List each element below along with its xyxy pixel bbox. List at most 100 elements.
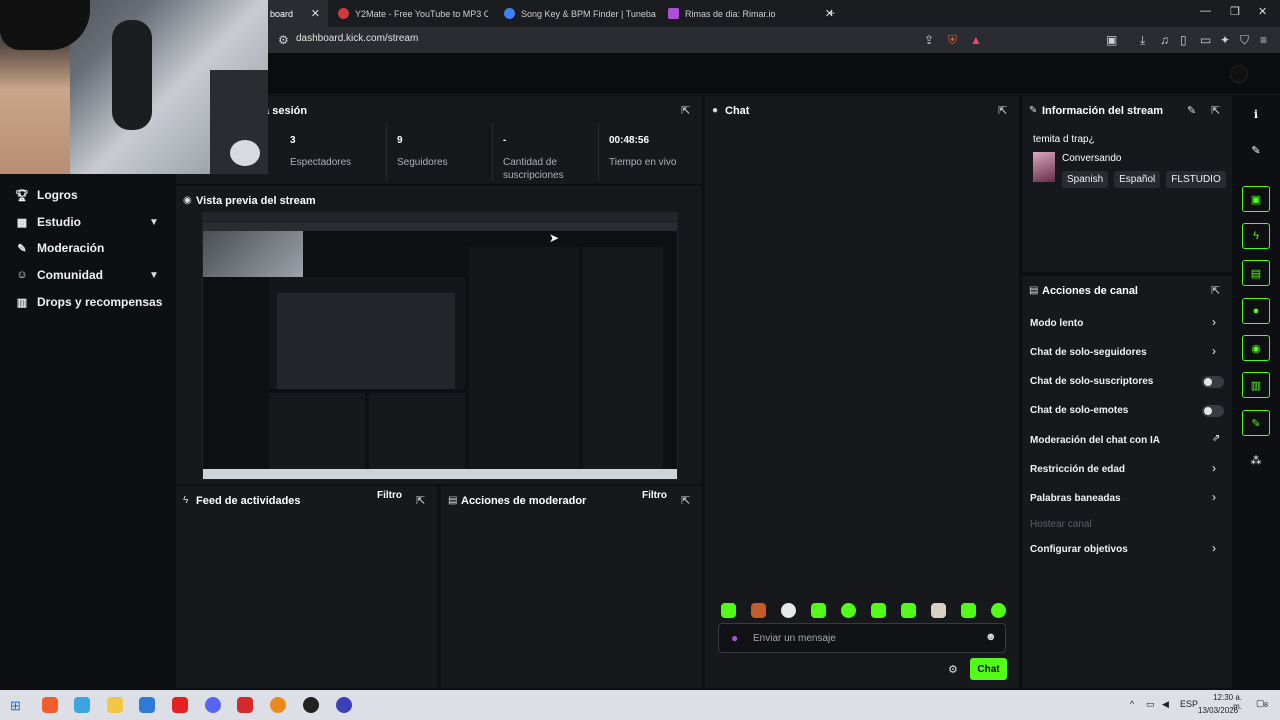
sidebar-item-logros[interactable]: 🏆︎ Logros xyxy=(15,188,78,202)
emote-icon[interactable] xyxy=(991,603,1006,618)
clock-date[interactable]: 13/03/2026 xyxy=(1198,706,1238,715)
emote-icon[interactable] xyxy=(841,603,856,618)
minimize-icon[interactable]: — xyxy=(1200,5,1211,17)
share-icon[interactable]: ⇪ xyxy=(924,33,934,47)
action-followers-only[interactable]: Chat de solo-seguidores xyxy=(1030,347,1147,358)
sidebar-item-comunidad[interactable]: ☺ Comunidad ▼ xyxy=(15,268,159,282)
sidebar-panel-icon[interactable]: ▣ xyxy=(1106,33,1117,47)
moderation-icon[interactable]: ▥ xyxy=(1242,372,1270,398)
leo-ai-icon[interactable]: ✦ xyxy=(1220,33,1230,47)
volume-icon[interactable]: ◀ xyxy=(1162,699,1169,710)
bolt-icon[interactable]: ϟ xyxy=(1242,223,1270,249)
chevron-up-icon[interactable]: ^ xyxy=(1130,699,1134,709)
chevron-right-icon[interactable]: › xyxy=(1212,461,1216,475)
fl-studio-icon[interactable] xyxy=(270,697,286,713)
tab-dashboard[interactable]: board ✕ xyxy=(262,0,328,27)
chevron-right-icon[interactable]: › xyxy=(1212,541,1216,555)
chevron-right-icon[interactable]: › xyxy=(1212,315,1216,329)
network-icon[interactable]: ▭ xyxy=(1146,699,1155,710)
action-configure-goals[interactable]: Configurar objetivos xyxy=(1030,544,1128,555)
action-age-restriction[interactable]: Restricción de edad xyxy=(1030,464,1125,475)
wrench-icon[interactable]: ✎ xyxy=(1242,410,1270,436)
emote-icon[interactable] xyxy=(811,603,826,618)
action-banned-words[interactable]: Palabras baneadas xyxy=(1030,493,1121,504)
emoji-icon[interactable]: ☻ xyxy=(985,631,997,643)
document-icon[interactable]: ▤ xyxy=(1242,260,1270,286)
emote-icon[interactable] xyxy=(871,603,886,618)
expand-icon[interactable]: ⇱ xyxy=(416,494,425,507)
chat-settings-icon[interactable]: ⚙ xyxy=(948,663,958,676)
youtube-icon[interactable] xyxy=(172,697,188,713)
expand-icon[interactable]: ⇱ xyxy=(998,104,1007,117)
file-explorer-icon[interactable] xyxy=(107,697,123,713)
brave-icon[interactable] xyxy=(42,697,58,713)
emote-icon[interactable] xyxy=(931,603,946,618)
expand-icon[interactable]: ⇱ xyxy=(681,104,690,117)
url-field[interactable]: dashboard.kick.com/stream xyxy=(296,33,418,44)
maximize-icon[interactable]: ❐ xyxy=(1230,5,1240,18)
emote-icon[interactable] xyxy=(721,603,736,618)
app-icon[interactable] xyxy=(237,697,253,713)
tag[interactable]: FLSTUDIO xyxy=(1166,171,1226,188)
windows-start-icon[interactable]: ⊞ xyxy=(10,698,21,714)
brave-shield-icon[interactable]: ⛨ xyxy=(948,33,957,48)
app-icon[interactable] xyxy=(74,697,90,713)
expand-icon[interactable]: ⇱ xyxy=(1211,104,1220,117)
sidebar-icon[interactable]: ▯ xyxy=(1180,33,1187,47)
menu-icon[interactable]: ≡ xyxy=(1260,33,1267,47)
emote-icon[interactable] xyxy=(961,603,976,618)
sidebar-item-drops[interactable]: ▥ Drops y recompensas xyxy=(15,295,163,309)
chat-send-button[interactable]: Chat xyxy=(970,658,1007,680)
screen-icon[interactable]: ▣ xyxy=(1242,186,1270,212)
category-thumbnail[interactable] xyxy=(1033,152,1055,182)
external-link-icon[interactable]: ⇗ xyxy=(1212,433,1220,444)
emote-icon[interactable] xyxy=(901,603,916,618)
expand-icon[interactable]: ⇱ xyxy=(681,494,690,507)
obs-icon[interactable] xyxy=(303,697,319,713)
action-slow-mode[interactable]: Modo lento xyxy=(1030,318,1083,329)
filter-button[interactable]: Filtro xyxy=(377,490,402,501)
info-icon[interactable]: ℹ xyxy=(1242,101,1270,127)
site-info-icon[interactable]: ⚙ xyxy=(278,33,289,47)
stream-category[interactable]: Conversando xyxy=(1062,153,1121,164)
wallet-icon[interactable]: ▭ xyxy=(1200,33,1211,47)
chevron-right-icon[interactable]: › xyxy=(1212,490,1216,504)
tag[interactable]: Español xyxy=(1114,171,1161,188)
tab-y2mate[interactable]: Y2Mate - Free YouTube to MP3 Conv xyxy=(330,0,488,27)
new-tab-button[interactable]: + xyxy=(828,6,835,20)
more-icon[interactable]: ⁂ xyxy=(1242,447,1270,473)
discord-icon[interactable] xyxy=(205,697,221,713)
avatar[interactable] xyxy=(1230,65,1248,83)
store-icon[interactable] xyxy=(139,697,155,713)
emotes-only-toggle[interactable] xyxy=(1202,405,1224,417)
tag-list: Spanish Español FLSTUDIO xyxy=(1062,169,1232,188)
microphone-icon[interactable]: ● xyxy=(731,631,738,645)
emote-icon[interactable] xyxy=(751,603,766,618)
emote-icon[interactable] xyxy=(781,603,796,618)
os-taskbar: ⊞ ^ ▭ ◀ ESP 12:30 a. m. 13/03/2026 ▢ 8 xyxy=(0,690,1280,720)
close-window-icon[interactable]: ✕ xyxy=(1258,5,1267,18)
stream-preview-video[interactable]: ➤ xyxy=(202,212,678,480)
app-icon[interactable] xyxy=(336,697,352,713)
tab-rimar[interactable]: Rimas de dia: Rimar.io ✕ xyxy=(660,0,842,27)
vpn-icon[interactable]: ⛉ xyxy=(1240,33,1249,48)
close-tab-icon[interactable]: ✕ xyxy=(311,7,320,20)
sidebar-item-moderacion[interactable]: ✎ Moderación xyxy=(15,241,104,255)
media-icon[interactable]: ♫ xyxy=(1160,33,1169,47)
language-indicator[interactable]: ESP xyxy=(1180,699,1198,709)
sidebar-item-estudio[interactable]: ▦ Estudio ▼ xyxy=(15,215,159,229)
subscribers-only-toggle[interactable] xyxy=(1202,376,1224,388)
broadcast-icon[interactable]: ◉ xyxy=(1242,335,1270,361)
expand-icon[interactable]: ⇱ xyxy=(1211,284,1220,297)
filter-button[interactable]: Filtro xyxy=(642,490,667,501)
edit-icon[interactable]: ✎ xyxy=(1187,104,1196,117)
rewards-icon[interactable]: ▲ xyxy=(970,33,982,47)
download-icon[interactable]: ⤓ xyxy=(1140,33,1145,48)
chevron-right-icon[interactable]: › xyxy=(1212,344,1216,358)
chat-message-input[interactable]: ● Enviar un mensaje ☻ xyxy=(718,623,1006,653)
tab-tunebat[interactable]: Song Key & BPM Finder | Tunebat xyxy=(496,0,656,27)
action-ai-moderation[interactable]: Moderación del chat con IA xyxy=(1030,435,1160,446)
edit-icon[interactable]: ✎ xyxy=(1242,137,1270,163)
chat-icon[interactable]: ● xyxy=(1242,298,1270,324)
tag[interactable]: Spanish xyxy=(1062,171,1109,188)
